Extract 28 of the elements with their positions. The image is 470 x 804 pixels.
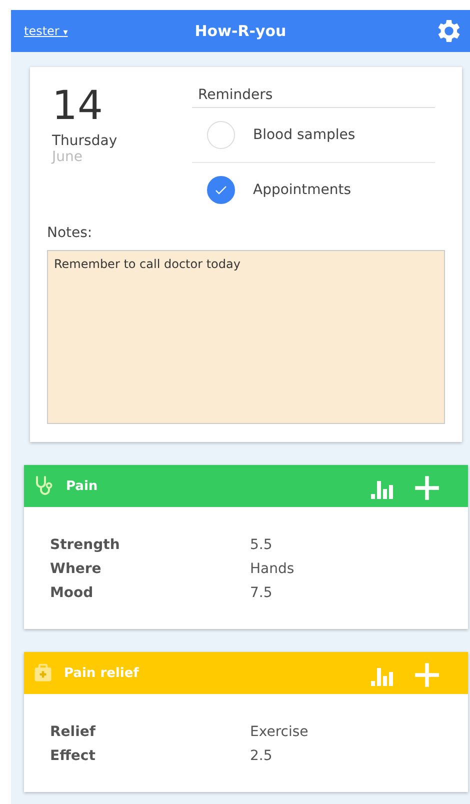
reminders-heading: Reminders [192,83,435,108]
reminder-checkbox[interactable] [207,176,235,204]
field-value: Exercise [250,723,308,742]
medkit-icon [32,662,54,684]
weekday-label: Thursday [52,133,118,149]
day-number: 14 [52,83,104,129]
add-icon[interactable] [414,662,440,688]
reminder-label: Blood samples [253,127,356,143]
notes-label: Notes: [47,225,94,241]
user-menu-link[interactable]: tester ▾ [24,24,68,38]
field-value: Hands [250,560,294,579]
bar-chart-icon[interactable] [370,666,394,686]
card-title: Pain relief [64,666,140,680]
field-label: Where [50,560,102,579]
app-title: How-R-you [194,22,286,40]
field-value: 5.5 [250,536,272,555]
reminder-label: Appointments [253,182,352,198]
add-icon[interactable] [414,475,440,501]
field-label: Mood [50,584,94,603]
field-label: Relief [50,723,97,742]
field-label: Strength [50,536,121,555]
field-value: 2.5 [250,747,272,766]
field-value: 7.5 [250,584,272,603]
bar-chart-icon[interactable] [370,479,394,499]
notes-field[interactable]: Remember to call doctor today [47,250,445,424]
month-label: June [52,149,84,165]
card-title: Pain [66,478,99,494]
field-label: Effect [50,747,96,766]
